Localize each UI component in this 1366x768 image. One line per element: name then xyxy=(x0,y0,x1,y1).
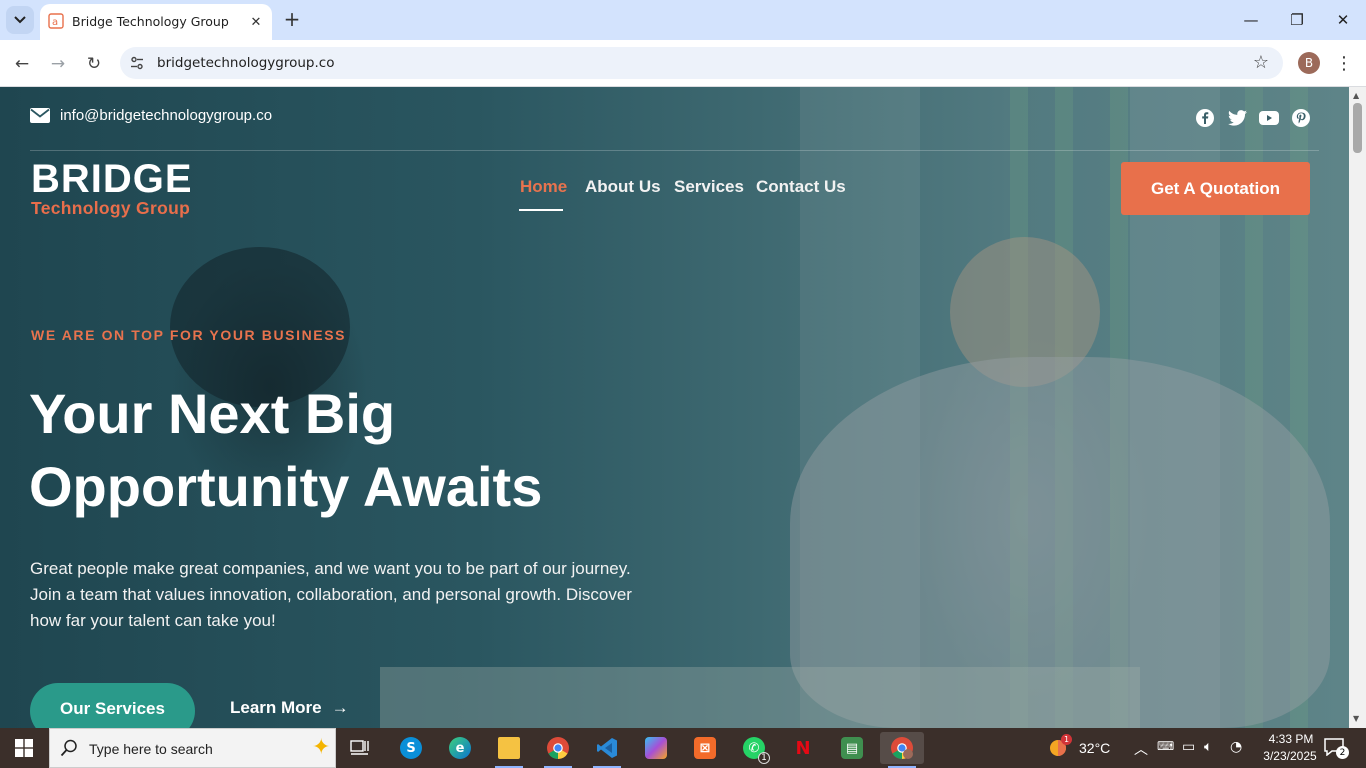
vscode-icon xyxy=(597,738,617,758)
taskbar-xampp[interactable]: ⊠ xyxy=(685,732,725,764)
nav-about-us[interactable]: About Us xyxy=(585,177,661,197)
chrome-icon xyxy=(547,737,569,759)
bookmark-star-icon[interactable]: ☆ xyxy=(1253,52,1269,73)
learn-more-link[interactable]: Learn More → xyxy=(230,698,349,718)
hero-eyebrow: WE ARE ON TOP FOR YOUR BUSINESS xyxy=(31,327,347,343)
browser-tab[interactable]: a Bridge Technology Group ✕ xyxy=(40,4,272,40)
notes-icon: ▤ xyxy=(841,737,863,759)
taskbar-file-explorer[interactable] xyxy=(489,732,529,768)
copilot-icon xyxy=(645,737,667,759)
folder-icon xyxy=(498,737,520,759)
hero-description: Great people make great companies, and w… xyxy=(30,559,632,630)
windows-logo-icon xyxy=(15,739,33,757)
weather-badge: 1 xyxy=(1061,734,1072,745)
page-scrollbar[interactable]: ▲ ▼ xyxy=(1349,87,1366,728)
browser-toolbar: ← → ↻ bridgetechnologygroup.co ☆ B ⋮ xyxy=(0,40,1366,87)
reload-button[interactable]: ↻ xyxy=(80,50,108,78)
forward-button[interactable]: → xyxy=(44,50,72,78)
chrome-profile-icon xyxy=(891,737,913,759)
search-highlight-icon: ✦ xyxy=(312,735,331,760)
notification-count-badge: 2 xyxy=(1336,746,1349,759)
taskbar-chrome[interactable] xyxy=(538,732,578,768)
active-nav-underline xyxy=(519,209,563,211)
svg-text:a: a xyxy=(52,17,58,28)
taskbar-skype[interactable]: S xyxy=(391,732,431,764)
input-method-icon[interactable]: ⌨ xyxy=(1157,739,1174,753)
battery-icon[interactable]: ▭ xyxy=(1182,739,1195,755)
arrow-right-icon: → xyxy=(331,698,349,717)
search-icon xyxy=(60,739,77,757)
scroll-thumb[interactable] xyxy=(1353,103,1362,153)
tray-overflow-chevron-icon[interactable]: ︿ xyxy=(1134,739,1148,759)
url-text: bridgetechnologygroup.co xyxy=(157,55,335,71)
site-info-icon[interactable] xyxy=(129,55,145,71)
logo-sub-text: Technology Group xyxy=(31,198,191,218)
browser-tab-bar: a Bridge Technology Group ✕ + — ❐ ✕ xyxy=(0,0,1366,40)
envelope-icon xyxy=(30,108,50,123)
netflix-icon: N xyxy=(795,737,811,759)
taskbar-vscode[interactable] xyxy=(587,732,627,768)
task-view-icon xyxy=(350,740,369,755)
address-bar[interactable]: bridgetechnologygroup.co ☆ xyxy=(120,47,1283,79)
wifi-icon[interactable]: ◔ xyxy=(1230,739,1242,755)
new-tab-button[interactable]: + xyxy=(281,7,303,31)
learn-more-label: Learn More xyxy=(230,698,322,717)
chevron-down-icon xyxy=(14,16,26,24)
window-close-button[interactable]: ✕ xyxy=(1320,6,1366,34)
taskbar-chrome-profile[interactable] xyxy=(880,732,924,768)
browser-menu-button[interactable]: ⋮ xyxy=(1334,52,1354,74)
notification-center-button[interactable]: 2 xyxy=(1324,738,1349,760)
logo-main-text: BRIDGE xyxy=(31,157,193,201)
volume-icon[interactable]: 🔈︎ xyxy=(1204,739,1212,755)
our-services-button[interactable]: Our Services xyxy=(30,683,195,728)
taskbar-netflix[interactable]: N xyxy=(783,732,823,764)
window-minimize-button[interactable]: — xyxy=(1228,6,1274,34)
hero-title: Your Next Big Opportunity Awaits xyxy=(29,377,542,523)
profile-avatar[interactable]: B xyxy=(1298,52,1320,74)
tab-title: Bridge Technology Group xyxy=(72,14,229,29)
nav-services[interactable]: Services xyxy=(674,177,744,197)
taskbar-notes[interactable]: ▤ xyxy=(832,732,872,764)
weather-temperature[interactable]: 32°C xyxy=(1079,740,1110,756)
skype-icon: S xyxy=(400,737,422,759)
facebook-icon[interactable] xyxy=(1195,108,1215,128)
get-quotation-button[interactable]: Get A Quotation xyxy=(1121,162,1310,215)
topbar-divider xyxy=(30,150,1319,151)
taskbar-copilot[interactable] xyxy=(636,732,676,764)
taskbar-search-box[interactable]: Type here to search ✦ xyxy=(49,728,336,768)
background-desk xyxy=(380,667,1140,728)
clock-time[interactable]: 4:33 PM xyxy=(1261,732,1321,746)
scroll-up-icon[interactable]: ▲ xyxy=(1353,91,1359,100)
email-text: info@bridgetechnologygroup.co xyxy=(60,107,273,124)
edge-icon: e xyxy=(449,737,471,759)
hero-title-line-1: Your Next Big xyxy=(29,382,396,445)
whatsapp-badge: 1 xyxy=(758,752,770,764)
taskbar-search-placeholder: Type here to search xyxy=(89,741,213,757)
scroll-down-icon[interactable]: ▼ xyxy=(1353,714,1359,723)
nav-home[interactable]: Home xyxy=(520,177,567,197)
hero-title-line-2: Opportunity Awaits xyxy=(29,455,543,518)
back-button[interactable]: ← xyxy=(8,50,36,78)
taskbar-edge[interactable]: e xyxy=(440,732,480,764)
taskbar-whatsapp[interactable]: ✆ 1 xyxy=(734,732,774,764)
site-logo[interactable]: BRIDGE Technology Group xyxy=(31,157,193,218)
tab-search-button[interactable] xyxy=(6,6,34,34)
windows-taskbar: Type here to search ✦ S e ⊠ ✆ 1 N ▤ 1 32… xyxy=(0,728,1366,768)
weather-widget-icon[interactable]: 1 xyxy=(1048,734,1072,759)
clock-date[interactable]: 3/23/2025 xyxy=(1255,749,1325,763)
youtube-icon[interactable] xyxy=(1259,108,1279,128)
twitter-icon[interactable] xyxy=(1227,108,1247,128)
web-page: info@bridgetechnologygroup.co BRIDGE Tec… xyxy=(0,87,1349,728)
topbar-email[interactable]: info@bridgetechnologygroup.co xyxy=(30,107,272,124)
tab-close-button[interactable]: ✕ xyxy=(246,12,266,32)
nav-contact-us[interactable]: Contact Us xyxy=(756,177,846,197)
xampp-icon: ⊠ xyxy=(694,737,716,759)
site-favicon-icon: a xyxy=(48,13,64,29)
task-view-button[interactable] xyxy=(340,732,380,764)
pinterest-icon[interactable] xyxy=(1291,108,1311,128)
window-maximize-button[interactable]: ❐ xyxy=(1274,6,1320,34)
start-button[interactable] xyxy=(0,728,48,768)
